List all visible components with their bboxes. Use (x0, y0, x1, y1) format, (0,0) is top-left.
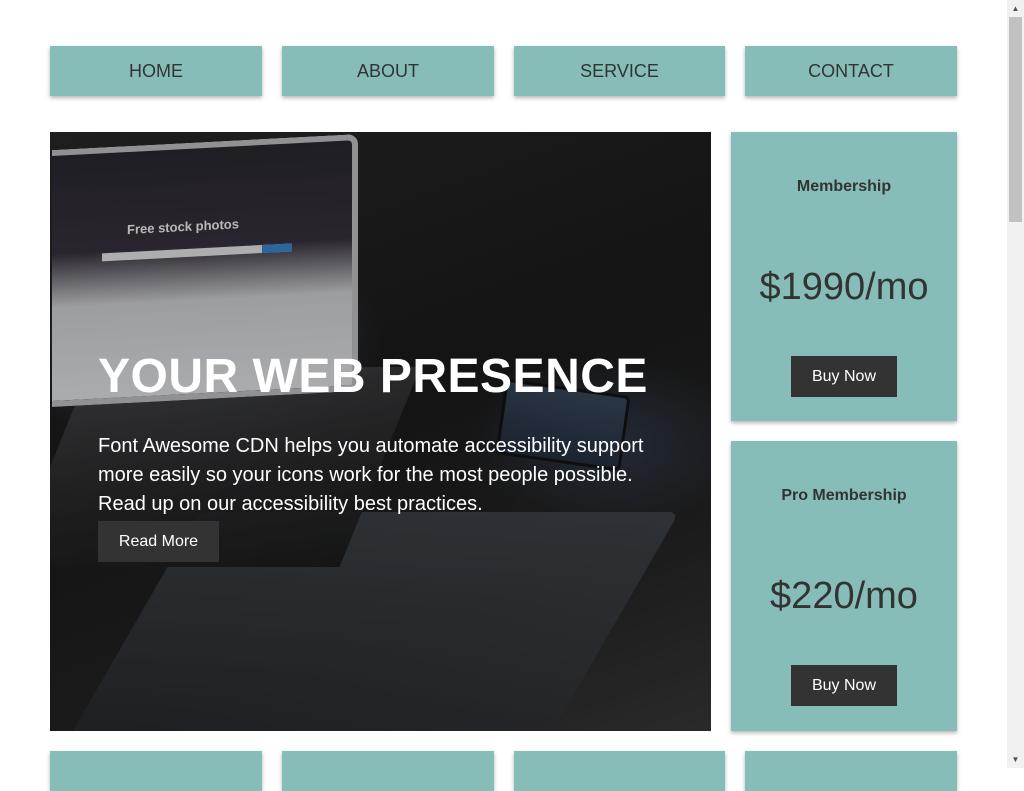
triangle-up-icon[interactable]: ▲ (1007, 0, 1024, 17)
bottom-tile-2 (282, 751, 494, 791)
nav-about-button[interactable]: ABOUT (282, 46, 494, 96)
pricing-card-name: Membership (796, 178, 892, 195)
bottom-tile-1 (50, 751, 262, 791)
pricing-card-name: Pro Membership (781, 487, 907, 504)
hero-section: Free stock photos YOUR WEB PRESENCE Font… (50, 132, 711, 731)
page-scrollbar[interactable]: ▲ ▼ (1007, 0, 1024, 768)
pricing-card-price: $1990/mo (759, 266, 929, 308)
read-more-button[interactable]: Read More (98, 521, 219, 562)
buy-now-button[interactable]: Buy Now (791, 356, 897, 397)
bottom-tile-3 (514, 751, 725, 791)
hero-title: YOUR WEB PRESENCE (98, 350, 648, 403)
pricing-card-membership: Membership $1990/mo Buy Now (731, 132, 957, 421)
nav-home-button[interactable]: HOME (50, 46, 262, 96)
nav-contact-button[interactable]: CONTACT (745, 46, 957, 96)
hero-description: Font Awesome CDN helps you automate acce… (98, 435, 644, 515)
pricing-card-price: $220/mo (770, 575, 918, 617)
nav-service-button[interactable]: SERVICE (514, 46, 725, 96)
hero-content: YOUR WEB PRESENCE Font Awesome CDN helps… (98, 348, 658, 562)
triangle-down-icon[interactable]: ▼ (1007, 751, 1024, 768)
pricing-card-pro-membership: Pro Membership $220/mo Buy Now (731, 441, 957, 731)
scrollbar-thumb[interactable] (1009, 17, 1022, 222)
bottom-tile-4 (745, 751, 957, 791)
buy-now-button[interactable]: Buy Now (791, 665, 897, 706)
